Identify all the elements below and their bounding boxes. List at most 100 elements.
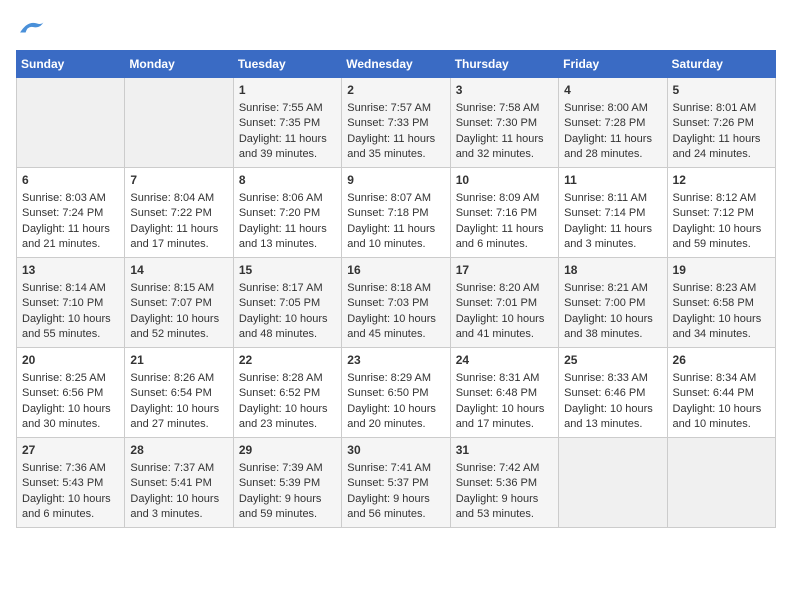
calendar-cell: 10Sunrise: 8:09 AMSunset: 7:16 PMDayligh… <box>450 168 558 258</box>
day-info-line: Daylight: 11 hours and 32 minutes. <box>456 132 553 163</box>
day-info-line: Sunset: 6:46 PM <box>564 386 661 401</box>
day-info-line: Daylight: 9 hours and 59 minutes. <box>239 492 336 523</box>
day-info-line: Daylight: 11 hours and 10 minutes. <box>347 222 444 253</box>
day-info-line: Sunset: 7:33 PM <box>347 116 444 131</box>
logo <box>16 16 46 38</box>
day-number: 16 <box>347 262 444 279</box>
day-info-line: Sunset: 7:24 PM <box>22 206 119 221</box>
day-info-line: Daylight: 10 hours and 17 minutes. <box>456 402 553 433</box>
day-info-line: Sunset: 7:30 PM <box>456 116 553 131</box>
calendar-cell: 28Sunrise: 7:37 AMSunset: 5:41 PMDayligh… <box>125 438 233 528</box>
day-info-line: Sunrise: 8:18 AM <box>347 281 444 296</box>
calendar-cell: 22Sunrise: 8:28 AMSunset: 6:52 PMDayligh… <box>233 348 341 438</box>
day-info-line: Sunset: 6:44 PM <box>673 386 770 401</box>
day-info-line: Sunset: 5:43 PM <box>22 476 119 491</box>
day-info-line: Sunrise: 8:01 AM <box>673 101 770 116</box>
day-info-line: Daylight: 11 hours and 35 minutes. <box>347 132 444 163</box>
day-info-line: Daylight: 10 hours and 10 minutes. <box>673 402 770 433</box>
day-info-line: Sunrise: 7:58 AM <box>456 101 553 116</box>
weekday-header-saturday: Saturday <box>667 51 775 78</box>
day-number: 23 <box>347 352 444 369</box>
day-info-line: Sunrise: 8:00 AM <box>564 101 661 116</box>
calendar-cell: 26 Sunrise: 8:34 AMSunset: 6:44 PMDayligh… <box>667 348 775 438</box>
day-number: 21 <box>130 352 227 369</box>
day-info-line: Sunset: 7:14 PM <box>564 206 661 221</box>
day-info-line: Daylight: 10 hours and 34 minutes. <box>673 312 770 343</box>
day-info-line: Sunrise: 8:03 AM <box>22 191 119 206</box>
day-number: 19 <box>673 262 770 279</box>
calendar-cell: 1 Sunrise: 7:55 AMSunset: 7:35 PMDaylight… <box>233 78 341 168</box>
day-info-line: Sunrise: 8:20 AM <box>456 281 553 296</box>
day-info-line: Daylight: 9 hours and 53 minutes. <box>456 492 553 523</box>
day-info-line: Sunrise: 8:23 AM <box>673 281 770 296</box>
day-info-line: Daylight: 10 hours and 3 minutes. <box>130 492 227 523</box>
day-info-line: Sunset: 5:41 PM <box>130 476 227 491</box>
day-info-line: Sunrise: 7:55 AM <box>239 101 336 116</box>
day-info-line: Sunset: 7:05 PM <box>239 296 336 311</box>
day-info-line: Sunrise: 8:28 AM <box>239 371 336 386</box>
day-info-line: Daylight: 10 hours and 20 minutes. <box>347 402 444 433</box>
day-number: 20 <box>22 352 119 369</box>
day-info-line: Sunrise: 8:25 AM <box>22 371 119 386</box>
calendar-cell: 23Sunrise: 8:29 AMSunset: 6:50 PMDayligh… <box>342 348 450 438</box>
day-info-line: Daylight: 10 hours and 30 minutes. <box>22 402 119 433</box>
day-info-line: Daylight: 11 hours and 21 minutes. <box>22 222 119 253</box>
calendar-cell: 20Sunrise: 8:25 AMSunset: 6:56 PMDayligh… <box>17 348 125 438</box>
day-number: 31 <box>456 442 553 459</box>
day-number: 26 <box>673 352 770 369</box>
day-info-line: Sunset: 7:35 PM <box>239 116 336 131</box>
weekday-header-thursday: Thursday <box>450 51 558 78</box>
day-info-line: Daylight: 11 hours and 39 minutes. <box>239 132 336 163</box>
weekday-header-friday: Friday <box>559 51 667 78</box>
day-number: 9 <box>347 172 444 189</box>
calendar-cell <box>559 438 667 528</box>
day-info-line: Daylight: 11 hours and 17 minutes. <box>130 222 227 253</box>
day-info-line: Daylight: 10 hours and 27 minutes. <box>130 402 227 433</box>
day-info-line: Daylight: 11 hours and 28 minutes. <box>564 132 661 163</box>
calendar-cell: 9Sunrise: 8:07 AMSunset: 7:18 PMDaylight… <box>342 168 450 258</box>
day-number: 30 <box>347 442 444 459</box>
day-number: 8 <box>239 172 336 189</box>
day-info-line: Sunset: 7:01 PM <box>456 296 553 311</box>
calendar-cell: 16Sunrise: 8:18 AMSunset: 7:03 PMDayligh… <box>342 258 450 348</box>
day-info-line: Sunrise: 8:04 AM <box>130 191 227 206</box>
day-info-line: Sunset: 6:58 PM <box>673 296 770 311</box>
day-info-line: Sunset: 5:37 PM <box>347 476 444 491</box>
day-info-line: Sunset: 7:12 PM <box>673 206 770 221</box>
day-number: 3 <box>456 82 553 99</box>
day-info-line: Daylight: 10 hours and 13 minutes. <box>564 402 661 433</box>
calendar-cell: 8Sunrise: 8:06 AMSunset: 7:20 PMDaylight… <box>233 168 341 258</box>
calendar-cell: 19 Sunrise: 8:23 AMSunset: 6:58 PMDayligh… <box>667 258 775 348</box>
day-number: 13 <box>22 262 119 279</box>
calendar-cell: 5Sunrise: 8:01 AMSunset: 7:26 PMDaylight… <box>667 78 775 168</box>
day-number: 1 <box>239 82 336 99</box>
day-info-line: Daylight: 11 hours and 24 minutes. <box>673 132 770 163</box>
day-info-line: Sunrise: 8:29 AM <box>347 371 444 386</box>
day-number: 4 <box>564 82 661 99</box>
day-info-line: Sunrise: 7:57 AM <box>347 101 444 116</box>
calendar-cell: 6 Sunrise: 8:03 AMSunset: 7:24 PMDaylight… <box>17 168 125 258</box>
day-number: 2 <box>347 82 444 99</box>
day-number: 12 <box>673 172 770 189</box>
day-info-line: Sunset: 7:07 PM <box>130 296 227 311</box>
calendar-cell <box>667 438 775 528</box>
weekday-header-tuesday: Tuesday <box>233 51 341 78</box>
day-info-line: Daylight: 10 hours and 23 minutes. <box>239 402 336 433</box>
calendar-cell: 30Sunrise: 7:41 AMSunset: 5:37 PMDayligh… <box>342 438 450 528</box>
day-number: 15 <box>239 262 336 279</box>
day-info-line: Sunrise: 8:17 AM <box>239 281 336 296</box>
day-info-line: Sunrise: 8:15 AM <box>130 281 227 296</box>
day-info-line: Sunset: 7:10 PM <box>22 296 119 311</box>
day-info-line: Sunset: 7:16 PM <box>456 206 553 221</box>
calendar-cell: 14Sunrise: 8:15 AMSunset: 7:07 PMDayligh… <box>125 258 233 348</box>
day-number: 29 <box>239 442 336 459</box>
day-info-line: Daylight: 10 hours and 38 minutes. <box>564 312 661 343</box>
calendar-cell <box>125 78 233 168</box>
calendar-cell: 24Sunrise: 8:31 AMSunset: 6:48 PMDayligh… <box>450 348 558 438</box>
day-number: 6 <box>22 172 119 189</box>
day-info-line: Sunrise: 8:09 AM <box>456 191 553 206</box>
day-info-line: Sunset: 7:22 PM <box>130 206 227 221</box>
calendar-cell: 12Sunrise: 8:12 AMSunset: 7:12 PMDayligh… <box>667 168 775 258</box>
day-info-line: Sunrise: 8:34 AM <box>673 371 770 386</box>
day-info-line: Sunset: 7:20 PM <box>239 206 336 221</box>
